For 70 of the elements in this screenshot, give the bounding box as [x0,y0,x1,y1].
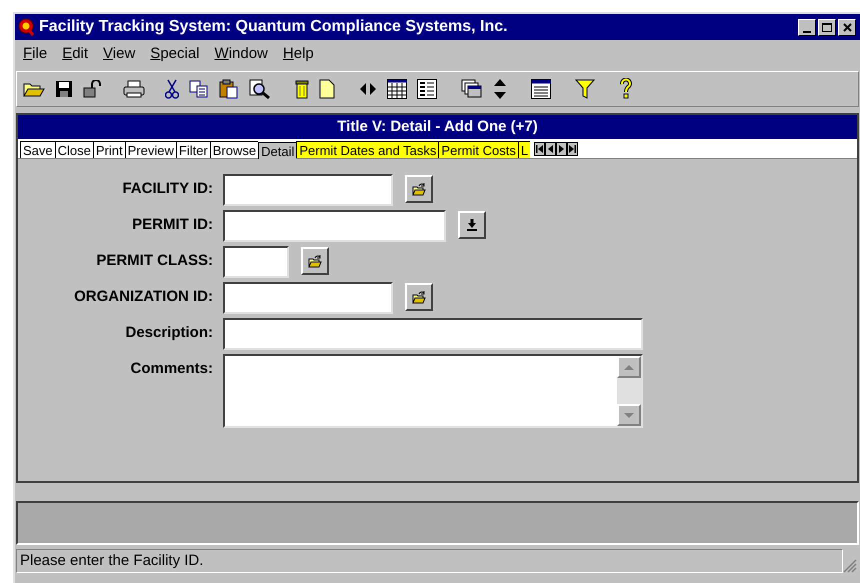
input-field[interactable] [223,282,393,314]
next-icon [559,145,564,153]
tab[interactable]: Permit Dates and Tasks [296,141,438,158]
dropdown-button[interactable] [458,211,486,239]
menu-item[interactable]: Edit [62,42,88,66]
lookup-button[interactable] [301,247,329,275]
previous-icon [548,145,554,153]
status-message: Please enter the Facility ID. [20,550,204,571]
lookup-button[interactable] [405,283,433,311]
tab[interactable]: Print [92,141,125,158]
grid-icon[interactable] [387,79,407,99]
field-label: PERMIT CLASS: [95,251,213,271]
input-field[interactable] [223,318,643,350]
input-field[interactable] [223,246,289,278]
comments-field[interactable] [223,354,643,428]
printer-icon[interactable] [123,80,145,98]
field-label: Comments: [129,359,213,379]
unlock-icon[interactable] [83,80,103,98]
lookup-button[interactable] [405,175,433,203]
folder-icon [412,290,426,304]
trash-icon[interactable] [295,79,309,99]
form-view-icon[interactable] [417,79,437,99]
app-logo-icon [17,18,35,36]
resize-grip-icon[interactable] [843,559,857,573]
menu-item[interactable]: File [23,42,48,66]
scissors-icon[interactable] [165,79,179,99]
tab[interactable]: Preview [124,141,176,158]
menu-item[interactable]: View [103,42,136,66]
folder-icon [412,182,426,196]
up-down-arrows-icon[interactable] [493,78,507,100]
input-field[interactable] [223,210,446,242]
window-icon[interactable] [531,79,551,99]
first-tab-button[interactable] [534,142,546,156]
field-label: PERMIT ID: [131,215,213,235]
tab[interactable]: Permit Costs [438,141,518,158]
folder-icon [308,254,322,268]
tab[interactable]: L [518,141,530,158]
field-label: ORGANIZATION ID: [73,287,213,307]
close-button[interactable] [838,18,856,36]
left-right-arrows-icon[interactable] [359,82,377,96]
last-tab-button[interactable] [567,142,578,156]
form-title: Title V: Detail - Add One (+7) [337,116,538,137]
windows-icon[interactable] [461,79,483,99]
maximize-icon [822,22,832,32]
menu-item[interactable]: Special [150,42,200,66]
input-field[interactable] [223,174,393,206]
down-arrow-icon [467,219,477,231]
minimize-button[interactable] [798,18,816,36]
tab[interactable]: Detail [258,142,296,159]
menu-item[interactable]: Window [214,42,268,66]
copy-icon[interactable] [189,80,209,98]
tab[interactable]: Save [20,141,55,158]
menu-item[interactable]: Help [282,42,314,66]
field-label: Description: [124,323,213,343]
field-label: FACILITY ID: [121,179,213,199]
save-icon[interactable] [55,80,73,98]
window-title: Facility Tracking System: Quantum Compliance Systems, Inc. [39,17,508,37]
tab[interactable]: Close [54,141,93,158]
tab[interactable]: Browse [210,141,258,158]
close-icon [842,22,852,32]
tab[interactable]: Filter [176,141,210,158]
help-icon[interactable] [619,78,633,100]
new-page-icon[interactable] [319,79,335,99]
first-icon [536,145,544,153]
maximize-button[interactable] [818,18,836,36]
last-icon [569,145,576,153]
search-icon[interactable] [249,79,271,99]
paste-icon[interactable] [219,79,239,99]
minimize-icon [803,30,811,32]
funnel-icon[interactable] [575,78,595,100]
